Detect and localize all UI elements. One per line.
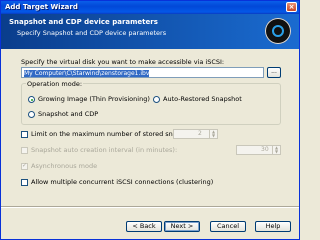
radio-auto-restored-label[interactable]: Auto-Restored Snapshot xyxy=(163,95,242,103)
path-value: My Computer\C\Starwind\zenstorage1.ibv xyxy=(24,70,150,77)
next-button[interactable]: Next > xyxy=(164,221,200,232)
max-snapshots-value: 2 xyxy=(198,130,202,137)
starwind-logo-icon xyxy=(265,18,291,44)
help-button[interactable]: Help xyxy=(255,221,291,232)
async-mode-label: Asynchronous mode xyxy=(31,162,98,170)
auto-interval-checkbox[interactable] xyxy=(21,147,28,154)
header-subtitle: Specify Snapshot and CDP device paramete… xyxy=(17,29,167,37)
radio-growing-image-label[interactable]: Growing Image (Thin Provisioning) xyxy=(38,95,150,103)
auto-interval-value: 30 xyxy=(261,146,269,153)
wizard-header: Snapshot and CDP device parameters Speci… xyxy=(1,14,299,49)
path-label: Specify the virtual disk you want to mak… xyxy=(21,58,225,66)
virtual-disk-path-input[interactable]: My Computer\C\Starwind\zenstorage1.ibv xyxy=(21,67,264,78)
close-icon[interactable]: × xyxy=(286,2,297,12)
radio-snapshot-cdp-label[interactable]: Snapshot and CDP xyxy=(38,110,98,118)
radio-growing-image[interactable] xyxy=(28,96,35,103)
header-title: Snapshot and CDP device parameters xyxy=(9,18,158,26)
add-target-wizard-window: Add Target Wizard × Snapshot and CDP dev… xyxy=(0,0,300,240)
max-snapshots-stepper[interactable]: 2 ▲ ▼ xyxy=(173,129,218,139)
operation-mode-group xyxy=(21,83,281,125)
cancel-button[interactable]: Cancel xyxy=(210,221,246,232)
browse-button[interactable]: ... xyxy=(267,67,281,78)
title-bar[interactable]: Add Target Wizard × xyxy=(1,1,299,14)
operation-mode-title: Operation mode: xyxy=(26,80,84,88)
spinner-arrows-icon[interactable]: ▲ ▼ xyxy=(209,130,217,138)
interval-spinner-arrows-icon[interactable]: ▲ ▼ xyxy=(272,146,280,154)
async-mode-checkbox[interactable] xyxy=(21,162,28,170)
multi-connections-checkbox[interactable] xyxy=(21,179,28,186)
auto-interval-stepper[interactable]: 30 ▲ ▼ xyxy=(236,145,281,155)
limit-snapshots-checkbox[interactable] xyxy=(21,131,28,138)
back-button[interactable]: < Back xyxy=(126,221,162,232)
multi-connections-label[interactable]: Allow multiple concurrent iSCSI connecti… xyxy=(31,178,213,186)
radio-auto-restored-snapshot[interactable] xyxy=(153,96,160,103)
footer-divider xyxy=(1,206,299,208)
radio-snapshot-cdp[interactable] xyxy=(28,111,35,118)
window-title: Add Target Wizard xyxy=(5,3,78,11)
auto-interval-label: Snapshot auto creation interval (in minu… xyxy=(31,146,178,154)
